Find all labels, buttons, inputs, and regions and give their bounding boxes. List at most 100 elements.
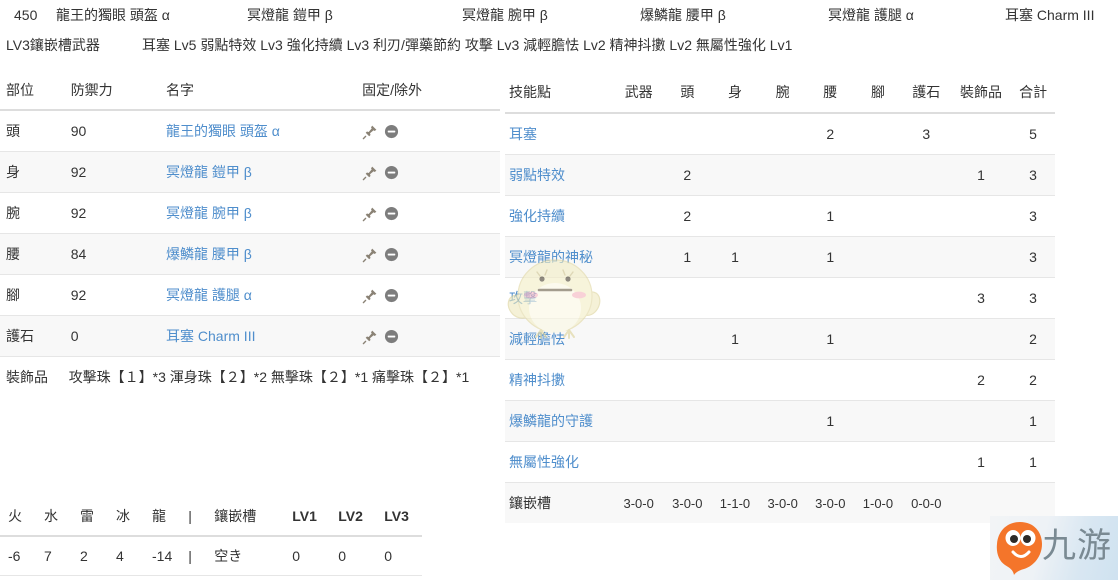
skill-table: 技能點 武器 頭 身 腕 腰 腳 護石 裝飾品 合計 耳塞 2 3 5 弱點特效 2 1 3 強…	[505, 72, 1055, 523]
resistance-table: 火 水 雷 冰 龍 | 鑲嵌槽 LV1 LV2 LV3 -6 7 2 4 -14…	[0, 497, 423, 576]
cell-pin-exclude	[356, 192, 500, 234]
cell-body: 1	[711, 318, 759, 360]
cell-waist: 1	[806, 400, 855, 442]
skill-name-link[interactable]: 強化持續	[509, 208, 565, 224]
cell-head: 2	[663, 154, 712, 196]
cell-arms	[758, 318, 807, 360]
value-dragon: -14	[144, 536, 181, 576]
col-header-body: 身	[711, 72, 759, 114]
minus-circle-icon[interactable]	[384, 247, 399, 262]
armor-name-link[interactable]: 爆鱗龍 腰甲 β	[166, 246, 252, 262]
slots-decoration	[951, 483, 1011, 524]
pin-icon[interactable]	[362, 247, 378, 263]
cell-pin-exclude	[356, 233, 500, 275]
cell-total: 2	[1011, 359, 1055, 401]
pin-icon[interactable]	[362, 329, 378, 345]
armor-name-link[interactable]: 冥燈龍 腕甲 β	[166, 205, 252, 221]
cell-decoration: 3	[950, 277, 1012, 319]
cell-arms	[758, 400, 807, 442]
cell-weapon	[613, 441, 664, 483]
table-row: 攻擊 3 3	[505, 277, 1055, 319]
jiuyou-logo: 九游	[990, 516, 1118, 580]
skill-name-link[interactable]: 冥燈龍的神秘	[509, 249, 593, 265]
cell-charm	[901, 195, 951, 237]
decorations-label: 裝飾品	[6, 369, 48, 385]
skill-name-link[interactable]: 無屬性強化	[509, 454, 579, 470]
cell-skill-name: 減輕膽怯	[505, 318, 614, 360]
col-header-fire: 火	[0, 497, 36, 537]
col-header-decoration: 裝飾品	[950, 72, 1012, 114]
table-row: 無屬性強化 1 1	[505, 441, 1055, 483]
cell-arms	[758, 236, 807, 278]
cell-armor-name: 龍王的獨眼 頭盔 α	[160, 110, 357, 152]
table-row: 腕 92 冥燈龍 腕甲 β	[0, 192, 500, 234]
cell-part: 腰	[0, 233, 63, 275]
cell-weapon	[613, 113, 664, 155]
value-lv3: 0	[376, 536, 423, 576]
table-row: 弱點特效 2 1 3	[505, 154, 1055, 196]
cell-arms	[758, 113, 807, 155]
col-header-charm: 護石	[901, 72, 951, 114]
cell-total: 1	[1011, 400, 1055, 442]
cell-skill-name: 無屬性強化	[505, 441, 614, 483]
summary-equipment-item-5: 冥燈龍 護腿 α	[828, 7, 914, 23]
skill-name-link[interactable]: 爆鱗龍的守護	[509, 413, 593, 429]
cell-decoration	[950, 400, 1012, 442]
cell-head	[663, 318, 712, 360]
slots-total	[1011, 483, 1055, 524]
col-header-total: 合計	[1011, 72, 1055, 114]
pin-icon[interactable]	[362, 206, 378, 222]
minus-circle-icon[interactable]	[384, 329, 399, 344]
value-lv1: 0	[284, 536, 331, 576]
minus-circle-icon[interactable]	[384, 288, 399, 303]
cell-weapon	[613, 359, 664, 401]
cell-waist	[806, 277, 855, 319]
cell-weapon	[613, 318, 664, 360]
cell-decoration	[950, 318, 1012, 360]
table-row: 護石 0 耳塞 Charm III	[0, 315, 500, 357]
skill-name-link[interactable]: 弱點特效	[509, 167, 565, 183]
armor-name-link[interactable]: 冥燈龍 護腿 α	[166, 287, 252, 303]
cell-weapon	[613, 277, 664, 319]
pin-icon[interactable]	[362, 124, 378, 140]
cell-legs	[854, 318, 902, 360]
cell-part: 護石	[0, 315, 63, 357]
col-header-water: 水	[36, 497, 72, 537]
skill-name-link[interactable]: 攻擊	[509, 290, 537, 306]
armor-name-link[interactable]: 耳塞 Charm III	[166, 328, 255, 344]
value-ice: 4	[108, 536, 144, 576]
minus-circle-icon[interactable]	[384, 206, 399, 221]
skill-table-body: 耳塞 2 3 5 弱點特效 2 1 3 強化持續 2 1 3 冥燈龍的神秘 1 1 1 3 攻擊 3 3 減輕膽怯 1 1 2…	[505, 113, 1055, 523]
skill-name-link[interactable]: 精神抖擻	[509, 372, 565, 388]
table-row: 爆鱗龍的守護 1 1	[505, 400, 1055, 442]
cell-arms	[758, 359, 807, 401]
col-header-weapon: 武器	[613, 72, 664, 114]
slots-body: 1-1-0	[719, 495, 751, 511]
cell-defense: 92	[62, 274, 161, 316]
armor-set-builder-page: 450 龍王的獨眼 頭盔 α 冥燈龍 鎧甲 β 冥燈龍 腕甲 β 爆鱗龍 腰甲 β 冥燈龍…	[0, 0, 1118, 580]
col-header-part: 部位	[0, 72, 63, 111]
slots-arms: 3-0-0	[767, 495, 798, 511]
pin-icon[interactable]	[362, 288, 378, 304]
pin-icon[interactable]	[362, 165, 378, 181]
col-header-lv2: LV2	[330, 497, 377, 537]
resistance-table-body: -6 7 2 4 -14 | 空き 0 0 0	[0, 536, 423, 576]
armor-name-link[interactable]: 冥燈龍 鎧甲 β	[166, 164, 252, 180]
cell-body	[711, 154, 759, 196]
minus-circle-icon[interactable]	[384, 124, 399, 139]
skill-name-link[interactable]: 減輕膽怯	[509, 331, 565, 347]
cell-charm	[901, 441, 951, 483]
slots-waist: 3-0-0	[815, 495, 846, 511]
col-header-lv1: LV1	[284, 497, 331, 537]
skill-name-link[interactable]: 耳塞	[509, 126, 537, 142]
cell-armor-name: 冥燈龍 腕甲 β	[160, 192, 357, 234]
summary-equipment-item-4: 爆鱗龍 腰甲 β	[640, 7, 726, 23]
minus-circle-icon[interactable]	[384, 165, 399, 180]
cell-charm	[901, 359, 951, 401]
table-row: 減輕膽怯 1 1 2	[505, 318, 1055, 360]
armor-name-link[interactable]: 龍王的獨眼 頭盔 α	[166, 123, 280, 139]
armor-table: 部位 防禦力 名字 固定/除外 頭 90 龍王的獨眼 頭盔 α 身 92 冥燈龍 鎧甲 β…	[0, 72, 500, 397]
cell-legs	[854, 359, 902, 401]
col-header-lv3: LV3	[376, 497, 423, 537]
value-thunder: 2	[72, 536, 108, 576]
